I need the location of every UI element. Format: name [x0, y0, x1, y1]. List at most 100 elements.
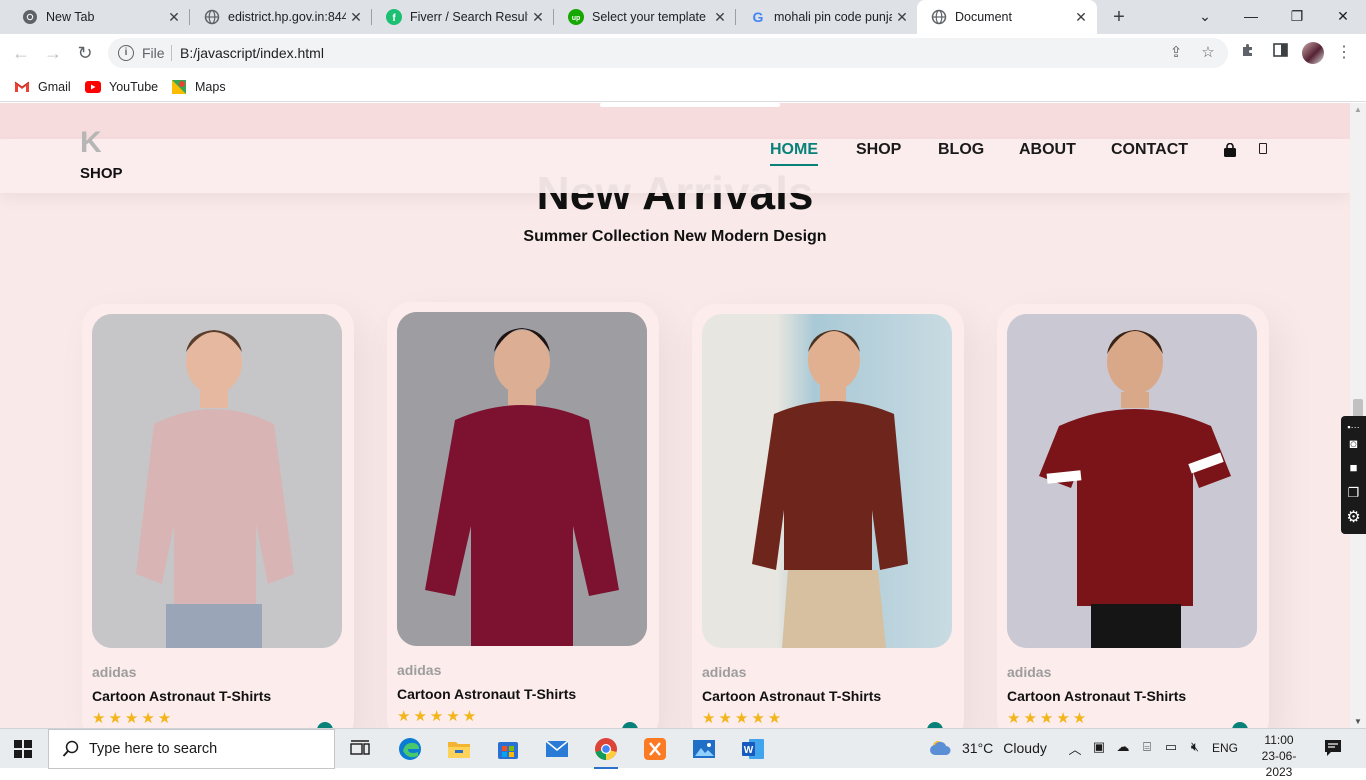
url-text[interactable]: B:/javascript/index.html [180, 45, 324, 61]
camera-icon[interactable]: ◙ [1344, 434, 1363, 453]
close-tab-icon[interactable]: ✕ [1071, 9, 1091, 26]
shopping-bag-icon[interactable] [1223, 142, 1237, 157]
close-tab-icon[interactable]: ✕ [346, 9, 366, 26]
search-icon [62, 740, 80, 758]
settings-gear-icon[interactable]: ⚙ [1344, 508, 1363, 527]
task-view-icon[interactable] [346, 735, 374, 763]
tab-new-tab[interactable]: New Tab ✕ [8, 0, 190, 34]
new-tab-button[interactable]: + [1108, 6, 1130, 28]
photos-icon[interactable] [690, 735, 718, 763]
fiverr-icon: f [386, 9, 402, 25]
clock-date: 23-06-2023 [1261, 749, 1297, 779]
product-name[interactable]: Cartoon Astronaut T-Shirts [92, 688, 271, 704]
product-name[interactable]: Cartoon Astronaut T-Shirts [702, 688, 881, 704]
chrome-taskbar-icon[interactable] [592, 735, 620, 769]
battery-saver-icon[interactable]: ▣ [1090, 739, 1108, 755]
extensions-puzzle-icon[interactable] [1237, 42, 1259, 64]
product-image[interactable] [92, 314, 342, 648]
bookmark-label: Maps [195, 80, 226, 94]
product-name[interactable]: Cartoon Astronaut T-Shirts [397, 686, 576, 702]
product-brand: adidas [92, 664, 137, 680]
menu-icon[interactable] [1259, 143, 1267, 154]
weather-temp: 31°C [962, 740, 994, 756]
nav-blog[interactable]: BLOG [938, 141, 984, 159]
close-tab-icon[interactable]: ✕ [528, 9, 548, 26]
nav-contact[interactable]: CONTACT [1111, 141, 1188, 159]
nav-shop[interactable]: SHOP [856, 141, 901, 159]
bookmark-gmail[interactable]: Gmail [14, 78, 71, 96]
chevron-up-icon[interactable]: ︿ [1066, 739, 1084, 758]
product-image[interactable] [702, 314, 952, 648]
reload-icon[interactable]: ↻ [72, 40, 98, 66]
edge-browser-icon[interactable] [396, 735, 424, 763]
back-arrow-icon[interactable]: ← [8, 40, 34, 66]
volume-muted-icon[interactable]: 🔇︎ [1186, 739, 1204, 755]
product-card[interactable]: adidas Cartoon Astronaut T-Shirts ★★★★★ [692, 304, 964, 728]
onedrive-cloud-icon[interactable]: ☁ [1114, 739, 1132, 755]
logo-letter[interactable]: K [80, 126, 102, 160]
product-card[interactable]: adidas Cartoon Astronaut T-Shirts ★★★★★ [997, 304, 1269, 728]
product-image[interactable] [1007, 314, 1257, 648]
site-header: K SHOP HOME SHOP BLOG ABOUT CONTACT [0, 126, 1350, 193]
tab-fiverr[interactable]: f Fiverr / Search Results ✕ [372, 0, 554, 34]
close-tab-icon[interactable]: ✕ [164, 9, 184, 26]
close-tab-icon[interactable]: ✕ [892, 9, 912, 26]
file-explorer-icon[interactable] [445, 735, 473, 763]
weather-widget[interactable]: 31°C Cloudy [930, 739, 1047, 757]
bookmark-maps[interactable]: Maps [171, 78, 226, 96]
product-name[interactable]: Cartoon Astronaut T-Shirts [1007, 688, 1186, 704]
nav-about[interactable]: ABOUT [1019, 141, 1076, 159]
tab-edistrict[interactable]: edistrict.hp.gov.in:844 ✕ [190, 0, 372, 34]
close-tab-icon[interactable]: ✕ [710, 9, 730, 26]
network-icon[interactable]: ⌸ [1138, 739, 1156, 755]
close-window-button[interactable]: ✕ [1320, 0, 1366, 34]
capture-widget: ▪⋯ ◙ ■ ❐ ⚙ [1341, 416, 1366, 534]
address-bar[interactable]: i File B:/javascript/index.html ⇪ ☆ [108, 38, 1228, 68]
tab-document[interactable]: Document ✕ [917, 0, 1097, 34]
video-icon[interactable]: ■ [1344, 458, 1363, 477]
profile-avatar[interactable] [1302, 42, 1324, 64]
tab-title: Select your template [592, 10, 706, 24]
page-viewport: New Arrivals Summer Collection New Moder… [0, 103, 1350, 728]
share-icon[interactable]: ⇪ [1166, 43, 1186, 63]
taskbar-search-box[interactable]: Type here to search [48, 729, 335, 769]
monitor-icon[interactable]: ▭ [1162, 739, 1180, 755]
tab-search-dropdown-icon[interactable]: ⌄ [1182, 0, 1228, 34]
product-card[interactable]: adidas Cartoon Astronaut T-Shirts ★★★★★ [387, 302, 659, 728]
scroll-up-icon[interactable]: ▲ [1354, 105, 1362, 114]
word-icon[interactable]: W [739, 735, 767, 763]
notification-icon[interactable] [1324, 739, 1342, 757]
youtube-icon [85, 79, 101, 95]
product-brand: adidas [397, 662, 442, 678]
google-icon: G [750, 9, 766, 25]
forward-arrow-icon[interactable]: → [40, 40, 66, 66]
scroll-down-icon[interactable]: ▼ [1354, 717, 1362, 726]
menu-kebab-icon[interactable]: ⋮ [1333, 42, 1355, 64]
windows-start-icon[interactable] [14, 740, 32, 758]
mail-icon[interactable] [543, 735, 571, 763]
product-brand: adidas [702, 664, 747, 680]
info-icon[interactable]: i [118, 45, 134, 61]
product-image[interactable] [397, 312, 647, 646]
tab-upwork[interactable]: up Select your template ✕ [554, 0, 736, 34]
product-card[interactable]: adidas Cartoon Astronaut T-Shirts ★★★★★ [82, 304, 354, 728]
input-language[interactable]: ENG [1212, 741, 1238, 755]
nav-home[interactable]: HOME [770, 141, 818, 166]
window-capture-icon[interactable]: ❐ [1344, 483, 1363, 502]
minimize-button[interactable]: — [1228, 0, 1274, 34]
tab-google-search[interactable]: G mohali pin code punja ✕ [736, 0, 918, 34]
windows-taskbar: Type here to search W 31°C Cloudy ︿ ▣ ☁ … [0, 728, 1366, 779]
microsoft-store-icon[interactable] [494, 735, 522, 763]
tab-title: Document [955, 10, 1012, 24]
side-panel-icon[interactable] [1269, 42, 1291, 64]
bookmark-star-icon[interactable]: ☆ [1198, 43, 1218, 63]
xampp-icon[interactable] [641, 735, 669, 763]
rating-stars: ★★★★★ [702, 710, 785, 727]
globe-icon [931, 9, 947, 25]
restore-button[interactable]: ❐ [1274, 0, 1320, 34]
bookmark-youtube[interactable]: YouTube [85, 78, 158, 96]
logo-text[interactable]: SHOP [80, 165, 123, 182]
bookmark-label: YouTube [109, 80, 159, 94]
system-clock[interactable]: 11:00 23-06-2023 [1250, 732, 1308, 780]
globe-icon [204, 9, 220, 25]
